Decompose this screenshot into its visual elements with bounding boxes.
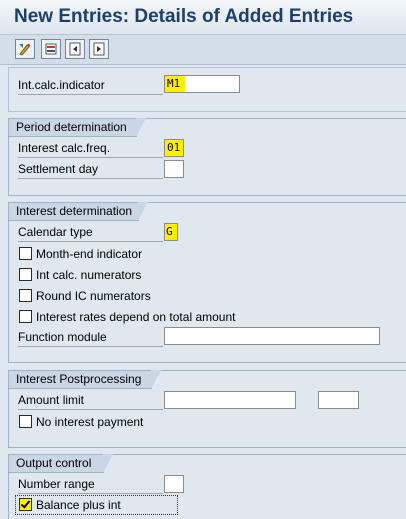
calendar-type-label: Calendar type <box>18 223 163 242</box>
header-section: Int.calc.indicator M1 <box>8 67 406 112</box>
period-determination-panel: Period determination Interest calc.freq.… <box>8 118 406 196</box>
function-module-label: Function module <box>18 328 163 347</box>
output-control-title: Output control <box>9 454 113 473</box>
no-interest-payment-row[interactable]: No interest payment <box>19 414 143 430</box>
delete-icon <box>45 43 57 55</box>
interest-calc-freq-field[interactable]: 01 <box>164 139 184 157</box>
delete-button[interactable] <box>41 39 61 59</box>
round-ic-numerators-checkbox[interactable] <box>19 289 32 303</box>
interest-calc-freq-value: 01 <box>165 140 183 156</box>
int-calc-indicator-label: Int.calc.indicator <box>18 76 163 95</box>
no-interest-payment-checkbox[interactable] <box>19 415 32 429</box>
balance-plus-int-row[interactable]: Balance plus int <box>19 497 121 513</box>
application-toolbar <box>0 35 406 65</box>
round-ic-numerators-label: Round IC numerators <box>36 289 151 303</box>
previous-entry-icon <box>69 42 81 56</box>
rates-total-amount-row[interactable]: Interest rates depend on total amount <box>19 309 235 325</box>
rates-total-amount-label: Interest rates depend on total amount <box>36 310 236 324</box>
next-entry-icon <box>93 42 105 56</box>
amount-limit-currency-field[interactable] <box>318 391 359 409</box>
title-bar: New Entries: Details of Added Entries <box>0 0 406 35</box>
interest-determination-title: Interest determination <box>9 202 148 221</box>
amount-limit-label: Amount limit <box>18 391 163 410</box>
previous-entry-button[interactable] <box>65 39 85 59</box>
number-range-label: Number range <box>18 475 163 494</box>
interest-postprocessing-title: Interest Postprocessing <box>9 370 161 389</box>
interest-calc-freq-label: Interest calc.freq. <box>18 139 163 158</box>
calendar-type-value: G <box>165 224 177 240</box>
int-calc-numerators-row[interactable]: Int calc. numerators <box>19 267 141 283</box>
no-interest-payment-label: No interest payment <box>36 415 144 429</box>
int-calc-numerators-checkbox[interactable] <box>19 268 32 282</box>
output-control-panel: Output control Number range Balance plus… <box>8 454 406 519</box>
next-entry-button[interactable] <box>89 39 109 59</box>
settlement-day-label: Settlement day <box>18 160 163 179</box>
interest-determination-panel: Interest determination Calendar type G M… <box>8 202 406 363</box>
calendar-type-field[interactable]: G <box>164 223 178 241</box>
interest-postprocessing-panel: Interest Postprocessing Amount limit No … <box>8 370 406 448</box>
balance-plus-int-label: Balance plus int <box>36 498 121 512</box>
number-range-field[interactable] <box>164 475 184 493</box>
settlement-day-field[interactable] <box>164 160 184 178</box>
change-display-button[interactable] <box>15 39 35 59</box>
function-module-field[interactable] <box>164 327 380 345</box>
rates-total-amount-checkbox[interactable] <box>19 310 32 324</box>
round-ic-numerators-row[interactable]: Round IC numerators <box>19 288 151 304</box>
int-calc-indicator-value: M1 <box>165 76 185 92</box>
month-end-indicator-row[interactable]: Month-end indicator <box>19 246 142 262</box>
amount-limit-field[interactable] <box>164 391 296 409</box>
month-end-indicator-checkbox[interactable] <box>19 247 32 261</box>
page-title: New Entries: Details of Added Entries <box>14 6 354 27</box>
balance-plus-int-checkbox[interactable] <box>19 498 32 512</box>
int-calc-numerators-label: Int calc. numerators <box>36 268 142 282</box>
change-display-icon <box>19 43 31 56</box>
month-end-indicator-label: Month-end indicator <box>36 247 143 261</box>
int-calc-indicator-field[interactable]: M1 <box>164 75 240 93</box>
period-determination-title: Period determination <box>9 118 146 137</box>
